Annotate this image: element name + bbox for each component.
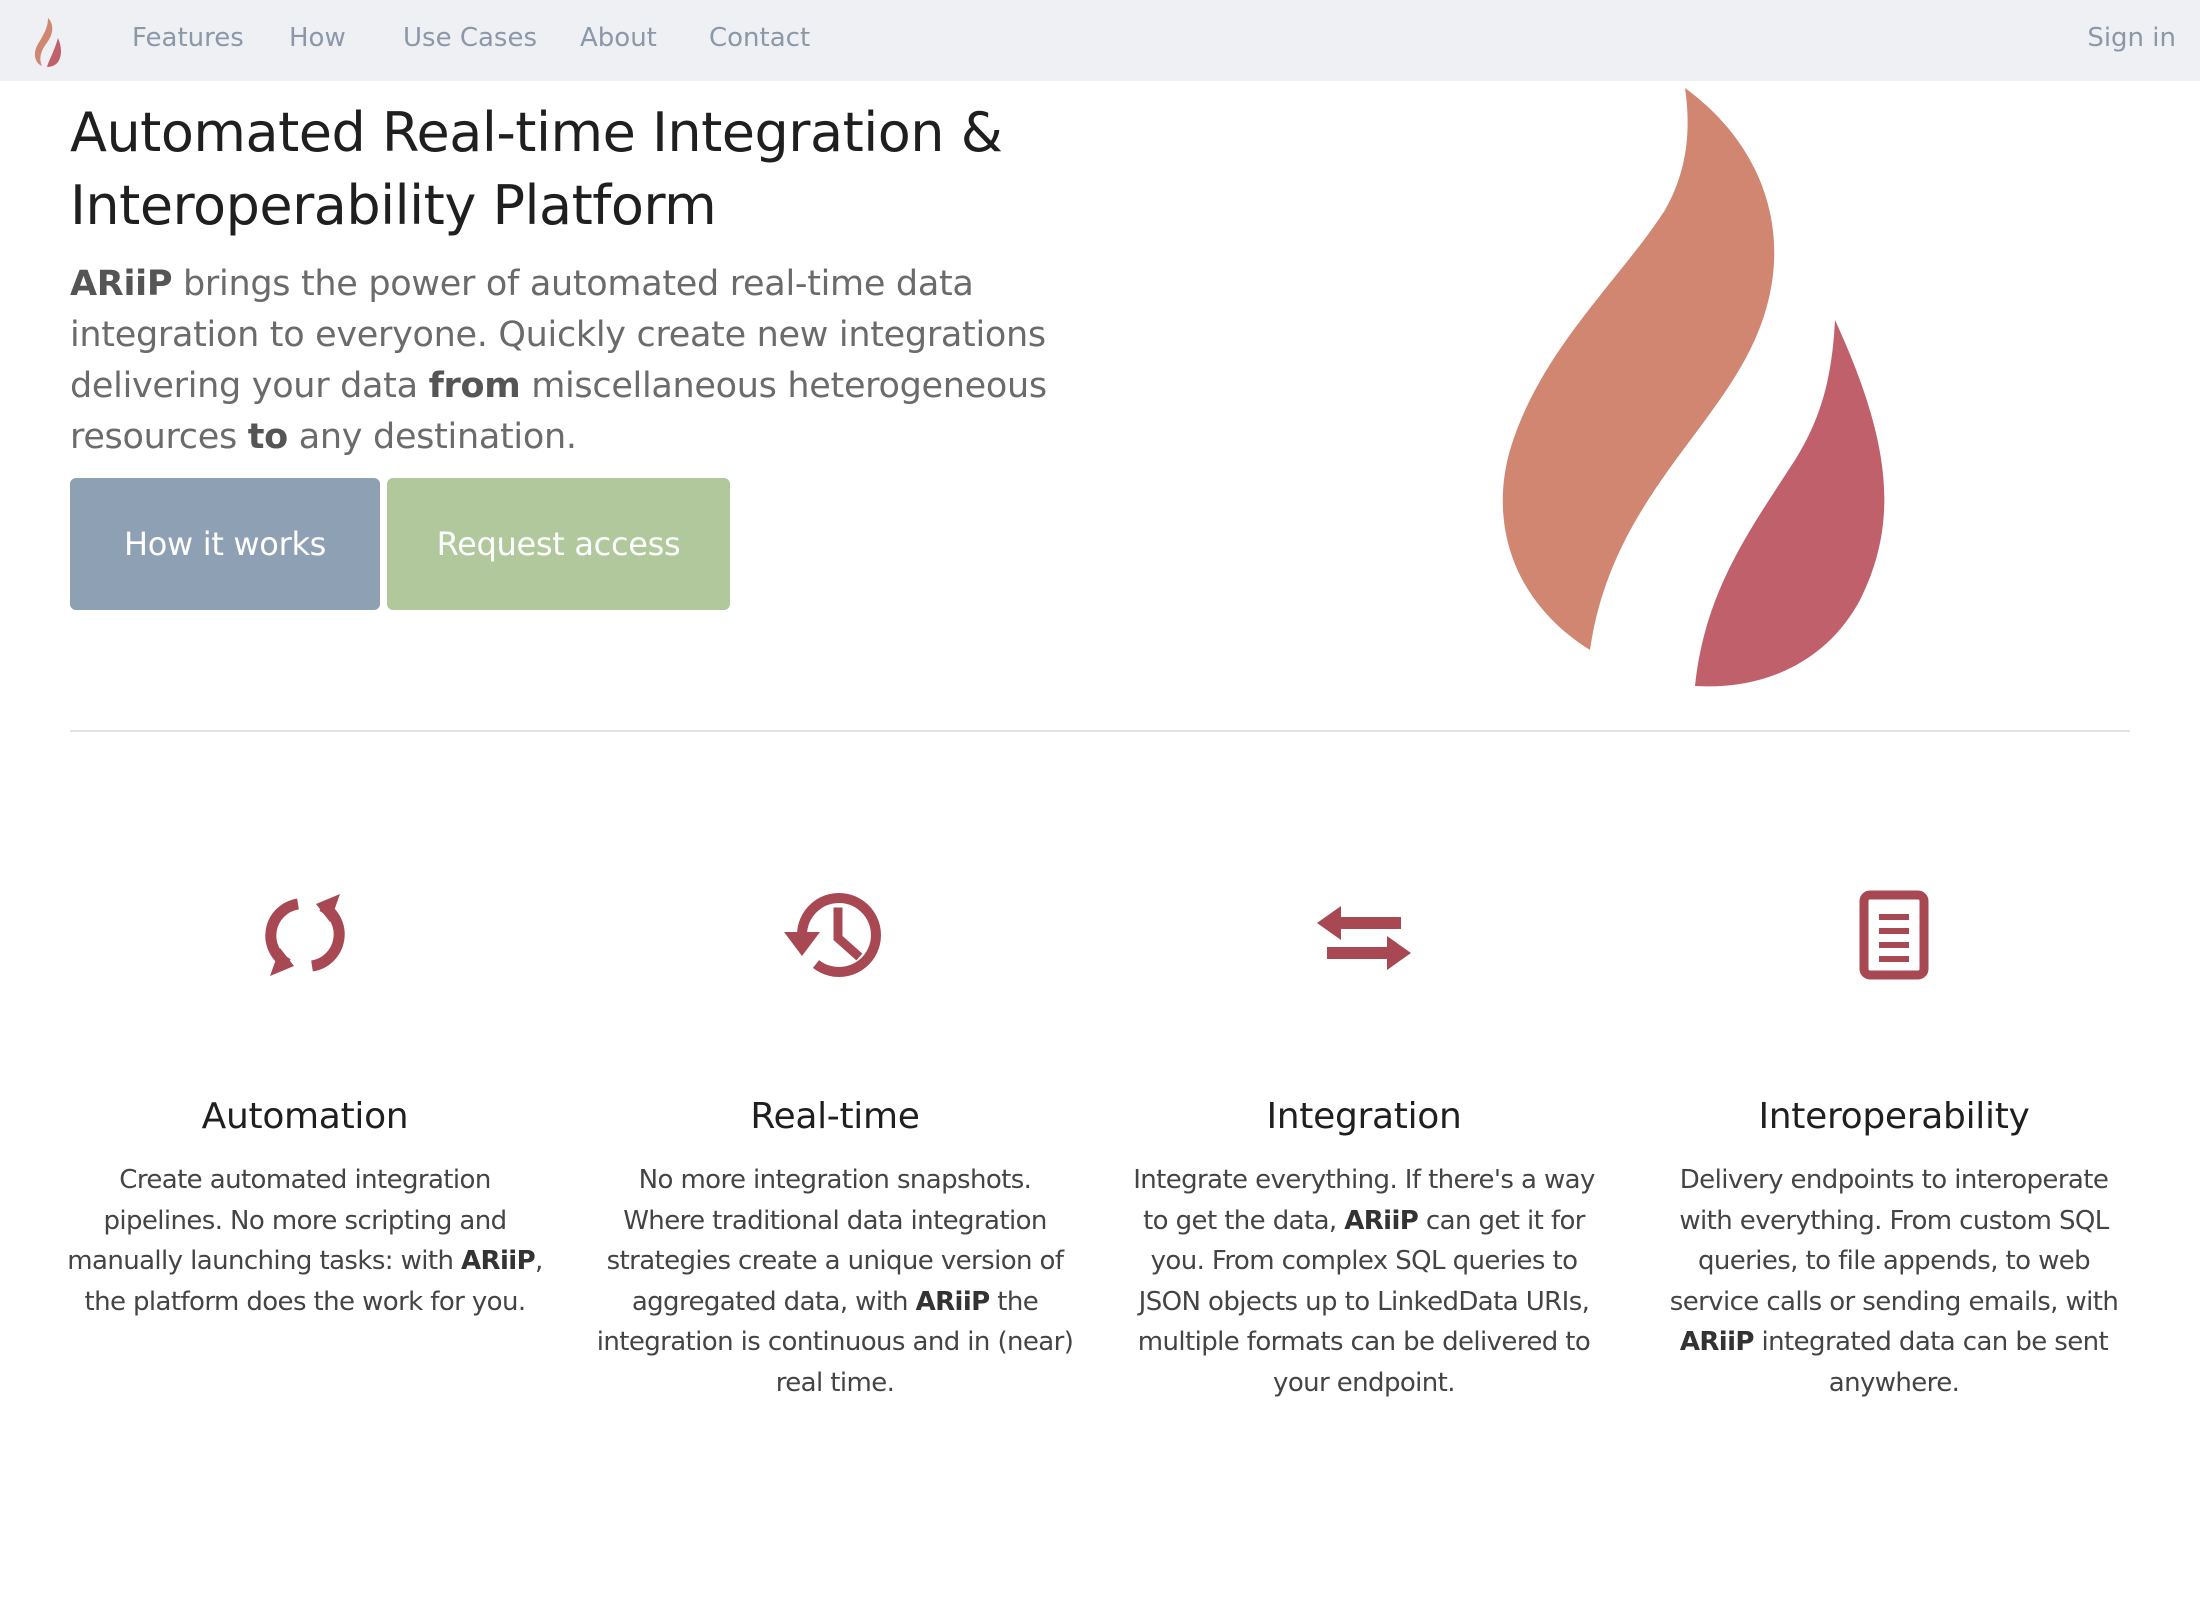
brand-name: ARiiP [915,1286,991,1317]
lead-part-3: any destination. [287,417,577,457]
nav-link-features[interactable]: Features [132,20,244,56]
feature-title-interoperability: Interoperability [1758,1096,2030,1137]
hero-flame-logo [1470,80,1910,700]
feature-title-real-time: Real-time [750,1096,920,1137]
document-icon [1839,880,1949,990]
refresh-icon [250,880,360,990]
history-icon [780,880,890,990]
feature-text-part: integrated data can be sent anywhere. [1753,1327,2109,1398]
nav-link-use-cases[interactable]: Use Cases [403,20,537,56]
top-navbar: Features How Use Cases About Contact Sig… [0,0,2200,81]
nav-link-how[interactable]: How [289,20,346,56]
feature-text-automation: Create automated integration pipelines. … [65,1160,545,1322]
feature-text-interoperability: Delivery endpoints to interoperate with … [1654,1160,2134,1403]
hero-title-line-2: Interoperability Platform [70,174,717,237]
feature-text-part: Delivery endpoints to interoperate with … [1669,1165,2119,1317]
feature-title-integration: Integration [1266,1096,1462,1137]
feature-integration: Integration Integrate everything. If the… [1124,880,1604,1398]
feature-title-automation: Automation [201,1096,409,1137]
flame-logo-icon [34,18,61,67]
hero-title: Automated Real-time Integration & Intero… [70,96,1070,242]
feature-text-real-time: No more integration snapshots. Where tra… [595,1160,1075,1403]
flame-logo-icon [1502,88,1885,687]
brand-name: ARiiP [70,264,173,304]
hero-lead-text: ARiiP brings the power of automated real… [70,259,1070,463]
feature-real-time: Real-time No more integration snapshots.… [595,880,1075,1398]
brand-name: ARiiP [461,1246,536,1276]
lead-to: to [247,417,288,457]
nav-link-contact[interactable]: Contact [709,20,810,56]
how-it-works-button[interactable]: How it works [70,478,380,610]
exchange-arrows-icon [1309,880,1419,990]
feature-text-integration: Integrate everything. If there's a way t… [1124,1160,1604,1403]
feature-text-part: Create automated integration pipelines. … [67,1165,507,1276]
brand-name: ARiiP [1679,1327,1755,1357]
sign-in-link[interactable]: Sign in [2087,20,2176,56]
section-divider [70,730,2130,732]
nav-link-about[interactable]: About [580,20,657,56]
hero-title-line-1: Automated Real-time Integration & [70,101,1003,164]
feature-interoperability: Interoperability Delivery endpoints to i… [1654,880,2134,1398]
brand-logo-link[interactable] [28,16,68,68]
feature-automation: Automation Create automated integration … [65,880,545,1317]
brand-name: ARiiP [1344,1205,1419,1236]
lead-from: from [428,366,521,406]
request-access-button[interactable]: Request access [387,478,730,610]
